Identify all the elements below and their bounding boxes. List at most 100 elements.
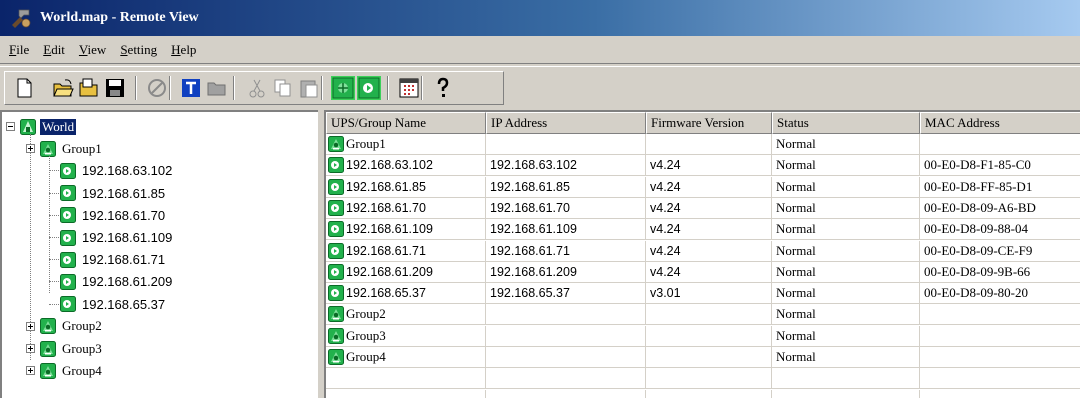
table-cell: v4.24 — [646, 219, 772, 241]
tree-node-label: 192.168.65.37 — [82, 296, 166, 312]
ups-icon — [328, 221, 344, 238]
tree-node-label: Group1 — [62, 140, 102, 156]
table-row[interactable]: 192.168.65.37 192.168.65.37 v3.01 Normal 00-… — [326, 283, 1080, 305]
menu-view[interactable]: View — [74, 40, 111, 60]
no-entry-icon — [145, 76, 169, 100]
menu-file[interactable]: File — [4, 40, 34, 60]
table-row[interactable]: Group3 Normal — [326, 325, 1080, 347]
column-header[interactable]: Firmware Version — [646, 112, 772, 134]
tree-item-ups[interactable]: 192.168.61.85 — [60, 183, 167, 204]
empty-cell — [326, 368, 486, 390]
menu-label-rest: elp — [180, 42, 197, 57]
menu-accelerator: S — [120, 42, 128, 57]
table-row[interactable]: Group2 Normal — [326, 304, 1080, 326]
green-group-icon — [331, 76, 355, 100]
tree-root-world[interactable]: World — [20, 116, 77, 137]
group-view-button[interactable] — [331, 76, 355, 100]
cell-text: v4.24 — [650, 158, 681, 173]
table-row[interactable]: Group1 Normal — [326, 134, 1080, 155]
tree-node-label: 192.168.63.102 — [82, 163, 173, 179]
table-row[interactable]: 192.168.61.71 192.168.61.71 v4.24 Normal 00-… — [326, 240, 1080, 262]
empty-cell — [646, 389, 772, 398]
group-icon — [40, 340, 56, 357]
tree-item-ups[interactable]: 192.168.65.37 — [60, 294, 167, 315]
menu-setting[interactable]: Setting — [115, 40, 162, 60]
menu-bar: File Edit View Setting Help — [0, 37, 1080, 64]
open-button[interactable] — [51, 76, 75, 100]
tree-collapse-toggle[interactable] — [6, 122, 15, 131]
column-header[interactable]: UPS/Group Name — [326, 112, 486, 134]
menu-accelerator: E — [43, 42, 52, 57]
table-cell: 192.168.61.209 — [326, 261, 486, 283]
menu-accelerator: V — [78, 42, 88, 57]
tree-item-ups[interactable]: 192.168.61.71 — [60, 249, 167, 270]
list-view[interactable]: UPS/Group Name IP Address Firmware Version… — [324, 110, 1080, 398]
menu-label-rest: ile — [16, 42, 30, 57]
tree-item-group2[interactable]: Group2 — [40, 316, 104, 337]
table-cell: Group2 — [326, 304, 486, 326]
toolbar-separator — [387, 76, 389, 100]
calendar-icon — [397, 76, 421, 100]
cell-text: Normal — [776, 242, 816, 258]
table-row[interactable]: 192.168.61.85 192.168.61.85 v4.24 Normal 00-… — [326, 176, 1080, 198]
help-button[interactable] — [431, 76, 455, 100]
ups-view-button[interactable] — [357, 76, 381, 100]
tree-view[interactable]: World Group1 192.168.63.102 192.168.61.85 19… — [0, 110, 318, 398]
table-cell: Normal — [772, 176, 920, 198]
cell-text: v4.24 — [650, 179, 681, 194]
tree-node-label: Group4 — [62, 362, 102, 378]
list-header: UPS/Group Name IP Address Firmware Version… — [326, 112, 1080, 134]
open-remote-button[interactable] — [77, 76, 101, 100]
cell-text: 192.168.61.209 — [346, 264, 433, 279]
cell-text: Group1 — [346, 136, 386, 151]
column-header[interactable]: Status — [772, 112, 920, 134]
table-cell — [920, 134, 1080, 155]
tree-node-label: 192.168.61.85 — [82, 185, 166, 201]
table-cell: Group4 — [326, 347, 486, 368]
cell-text: Normal — [776, 178, 816, 194]
toolbar-separator — [169, 76, 171, 100]
calendar-button[interactable] — [397, 76, 421, 100]
table-row[interactable]: 192.168.61.109 192.168.61.109 v4.24 Normal 0… — [326, 219, 1080, 241]
toolbar — [0, 66, 1080, 107]
ups-icon — [60, 162, 76, 179]
tree-item-ups[interactable]: 192.168.61.109 — [60, 227, 174, 248]
tree-item-ups[interactable]: 192.168.61.70 — [60, 205, 167, 226]
column-header[interactable]: MAC Address — [920, 112, 1080, 134]
tree-node-label: 192.168.61.70 — [82, 207, 166, 223]
table-row[interactable]: 192.168.63.102 192.168.63.102 v4.24 Normal 0… — [326, 155, 1080, 177]
table-cell: 192.168.61.70 — [486, 197, 646, 219]
table-row[interactable]: 192.168.61.70 192.168.61.70 v4.24 Normal 00-… — [326, 197, 1080, 219]
group-icon — [328, 136, 344, 152]
tree-item-group3[interactable]: Group3 — [40, 338, 104, 359]
empty-cell — [920, 368, 1080, 390]
table-cell: Normal — [772, 347, 920, 368]
save-button[interactable] — [103, 76, 127, 100]
menu-help[interactable]: Help — [166, 40, 201, 60]
menu-edit[interactable]: Edit — [38, 40, 70, 60]
tree-expand-toggle[interactable] — [26, 144, 35, 154]
tree-item-ups[interactable]: 192.168.61.209 — [60, 271, 174, 292]
title-bar[interactable]: World.map - Remote View — [0, 0, 1080, 36]
new-map-button[interactable] — [13, 76, 37, 100]
tree-item-group4[interactable]: Group4 — [40, 360, 104, 381]
column-header[interactable]: IP Address — [486, 112, 646, 134]
tree-expand-toggle[interactable] — [26, 366, 35, 376]
menu-accelerator: H — [171, 42, 181, 57]
text-button[interactable] — [179, 76, 203, 100]
menu-label-rest: iew — [87, 42, 107, 57]
tree-item-ups[interactable]: 192.168.63.102 — [60, 160, 174, 181]
cell-text: Normal — [776, 327, 816, 343]
gray-folder-icon — [205, 76, 229, 100]
table-cell: 192.168.63.102 — [326, 155, 486, 177]
cell-text: 192.168.61.209 — [490, 264, 577, 279]
tree-expand-toggle[interactable] — [26, 321, 35, 331]
table-row[interactable]: 192.168.61.209 192.168.61.209 v4.24 Normal 0… — [326, 261, 1080, 283]
cell-text: v4.24 — [650, 200, 681, 215]
cell-text: v4.24 — [650, 243, 681, 258]
app-icon — [12, 9, 31, 28]
table-row[interactable]: Group4 Normal — [326, 347, 1080, 368]
tree-expand-toggle[interactable] — [26, 344, 35, 353]
cell-text: 192.168.61.109 — [346, 222, 433, 237]
cell-text: Normal — [776, 157, 816, 173]
